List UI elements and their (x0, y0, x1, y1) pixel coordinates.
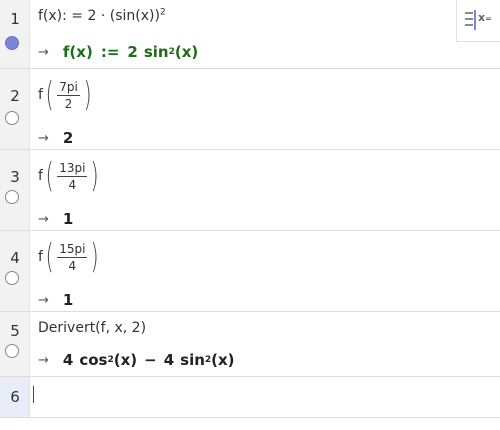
row-number: 3 (10, 168, 20, 186)
row-gutter: 3 (0, 150, 30, 230)
minus-operator: − (144, 351, 157, 369)
right-paren: ) (83, 75, 92, 115)
row-gutter: 6 (0, 377, 30, 417)
input-text: Derivert(f, x, 2) (38, 320, 147, 336)
x-equals-icon: x= (478, 11, 492, 24)
row-gutter: 2 (0, 69, 30, 149)
result-arrow-icon: → (38, 352, 49, 368)
algebra-input-toggle-button[interactable]: x= (456, 0, 500, 42)
term2-arg: (x) (211, 351, 235, 369)
list-lines-icon (465, 12, 473, 30)
right-paren: ) (91, 237, 100, 277)
visibility-toggle-icon[interactable] (5, 271, 19, 285)
fraction: 15pi 4 (57, 241, 88, 273)
row-gutter: 5 (0, 312, 30, 376)
function-name: f (38, 249, 43, 265)
left-paren: ( (45, 75, 54, 115)
row-number: 1 (10, 10, 20, 28)
row-number: 5 (10, 322, 20, 340)
cas-view: 1 f(x): = 2 · (sin(x))2 → f(x) := 2 sin 2… (0, 0, 500, 430)
visibility-toggle-icon[interactable] (5, 190, 19, 204)
cas-input[interactable]: f ( 13pi 4 ) (38, 159, 102, 193)
output-lhs: f(x) (62, 43, 93, 61)
fraction: 13pi 4 (57, 160, 88, 192)
input-text: f(x): = 2 · (sin(x)) (38, 8, 160, 24)
left-paren: ( (45, 237, 54, 277)
numerator: 7pi (57, 79, 80, 96)
left-paren: ( (45, 156, 54, 196)
row-gutter: 1 (0, 0, 30, 68)
denominator: 4 (68, 177, 77, 192)
cas-row-1[interactable]: 1 f(x): = 2 · (sin(x))2 → f(x) := 2 sin 2… (0, 0, 500, 69)
cas-output: → 4 cos 2 (x) − 4 sin 2 (x) (38, 351, 235, 369)
input-exponent: 2 (159, 7, 166, 18)
output-func: sin (143, 43, 169, 61)
row-number: 2 (10, 87, 20, 105)
term2-func: sin (180, 351, 205, 369)
result-arrow-icon: → (38, 211, 49, 227)
cas-input[interactable]: Derivert(f, x, 2) (38, 320, 146, 336)
cas-output: → f(x) := 2 sin 2 (x) (38, 43, 199, 61)
output-coef: 2 (127, 43, 138, 61)
cas-row-3[interactable]: 3 f ( 13pi 4 ) → 1 (0, 150, 500, 231)
term1-arg: (x) (113, 351, 138, 369)
function-name: f (38, 87, 43, 103)
cas-row-5[interactable]: 5 Derivert(f, x, 2) → 4 cos 2 (x) − 4 sin 2… (0, 312, 500, 377)
cas-output: → 1 (38, 210, 73, 228)
function-name: f (38, 168, 43, 184)
separator-bar-icon (474, 10, 476, 30)
result-arrow-icon: → (38, 292, 49, 308)
row-gutter: 4 (0, 231, 30, 311)
visibility-toggle-icon[interactable] (5, 111, 19, 125)
fraction: 7pi 2 (57, 80, 80, 111)
numerator: 13pi (57, 160, 88, 177)
row-number: 6 (10, 388, 20, 406)
cas-input[interactable]: f(x): = 2 · (sin(x))2 (38, 8, 166, 24)
term1-func: cos (79, 351, 108, 369)
output-value: 1 (62, 291, 74, 309)
result-arrow-icon: → (38, 44, 49, 60)
numerator: 15pi (57, 241, 88, 258)
cas-output: → 1 (38, 291, 73, 309)
cas-input-field[interactable] (34, 377, 494, 417)
visibility-toggle-icon[interactable] (5, 344, 19, 358)
term2-coef: 4 (163, 351, 175, 369)
output-arg: (x) (174, 43, 199, 61)
denominator: 2 (64, 96, 73, 111)
term1-coef: 4 (62, 351, 74, 369)
cas-row-4[interactable]: 4 f ( 15pi 4 ) → 1 (0, 231, 500, 312)
right-paren: ) (91, 156, 100, 196)
cas-row-6[interactable]: 6 (0, 377, 500, 418)
denominator: 4 (68, 258, 77, 273)
cas-row-2[interactable]: 2 f ( 7pi 2 ) → 2 (0, 69, 500, 150)
output-value: 1 (62, 210, 74, 228)
cas-input[interactable]: f ( 15pi 4 ) (38, 240, 102, 274)
output-value: 2 (62, 129, 74, 147)
result-arrow-icon: → (38, 130, 49, 146)
cas-input[interactable]: f ( 7pi 2 ) (38, 78, 94, 112)
row-number: 4 (10, 249, 20, 267)
output-assign: := (100, 43, 120, 61)
visibility-toggle-icon[interactable] (5, 36, 19, 50)
cas-output: → 2 (38, 129, 73, 147)
